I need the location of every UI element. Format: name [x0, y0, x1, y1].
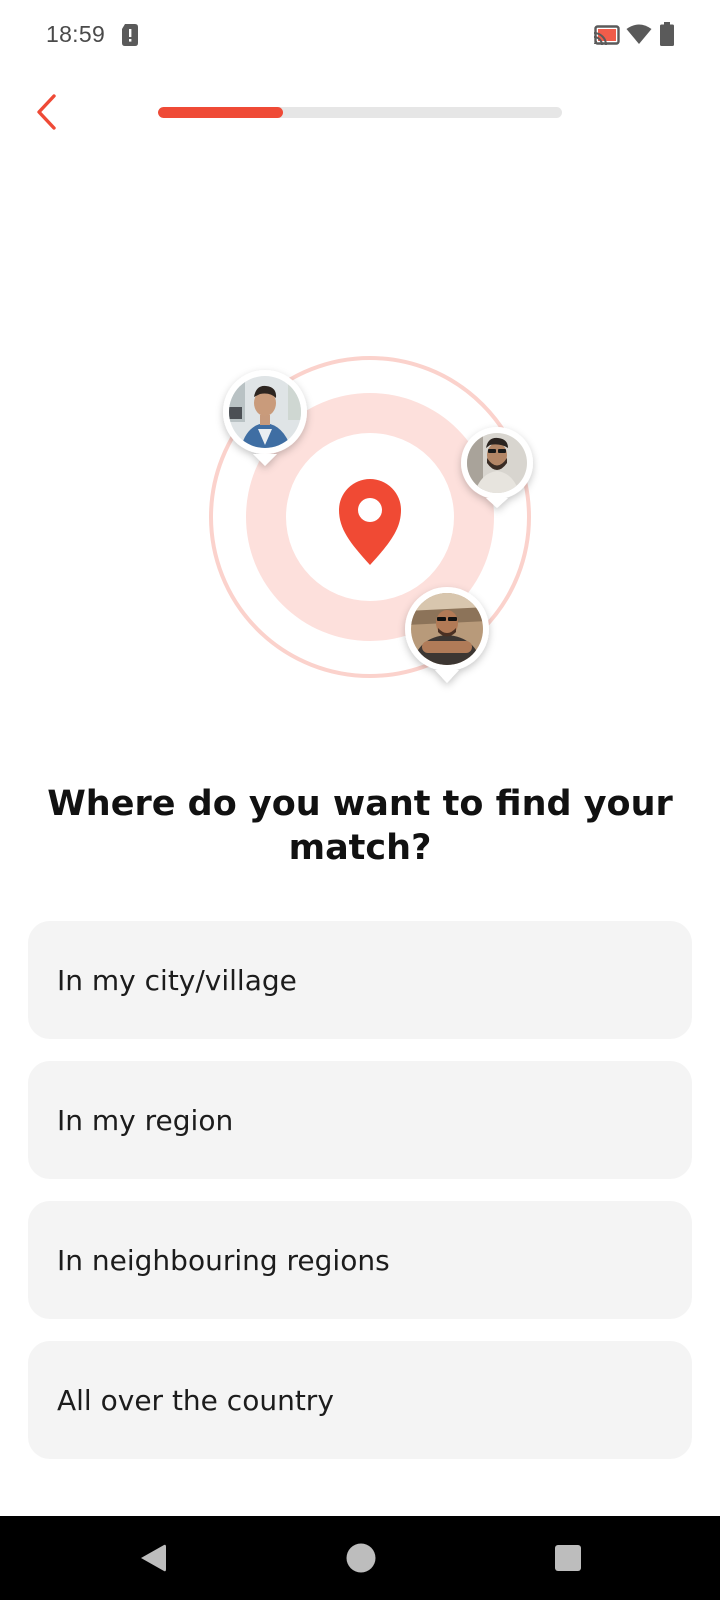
recents-square-icon: [555, 1545, 581, 1571]
progress-fill: [158, 107, 284, 118]
option-label: In my city/village: [57, 963, 297, 997]
option-region[interactable]: In my region: [28, 1061, 692, 1179]
page-title: Where do you want to find your match?: [47, 784, 673, 868]
wifi-icon: [626, 24, 652, 44]
status-bar: 18:59: [0, 0, 720, 72]
option-label: In my region: [57, 1103, 234, 1137]
screen: 18:59 Where do you want to find your mat…: [0, 0, 720, 1600]
onboarding-progress-bar: [158, 107, 562, 118]
option-neighbouring-regions[interactable]: In neighbouring regions: [28, 1201, 692, 1319]
sim-alert-icon: [122, 24, 138, 46]
nav-recents-button[interactable]: [546, 1536, 590, 1580]
back-button[interactable]: [24, 88, 68, 136]
battery-icon: [660, 22, 674, 46]
option-label: All over the country: [57, 1383, 334, 1417]
location-options-list: In my city/village In my region In neigh…: [28, 921, 692, 1481]
location-radar-illustration: [209, 356, 533, 683]
chevron-left-icon: [37, 94, 56, 130]
nav-back-button[interactable]: [131, 1536, 175, 1580]
option-whole-country[interactable]: All over the country: [28, 1341, 692, 1459]
nav-home-button[interactable]: [339, 1536, 383, 1580]
status-time: 18:59: [46, 21, 106, 47]
system-navigation-bar: [0, 1516, 720, 1600]
home-circle-icon: [346, 1543, 376, 1573]
back-triangle-icon: [141, 1544, 166, 1572]
option-city-village[interactable]: In my city/village: [28, 921, 692, 1039]
cast-icon: [594, 25, 620, 45]
option-label: In neighbouring regions: [57, 1243, 390, 1277]
